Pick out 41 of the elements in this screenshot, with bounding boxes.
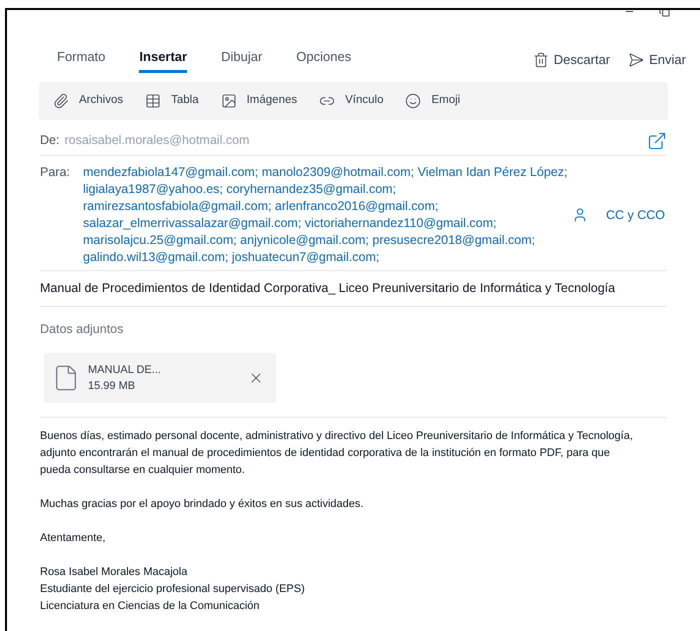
ribbon-tab[interactable]: Insertar [139,46,188,74]
table-icon [145,93,162,109]
ribbon-tab[interactable]: Formato [57,46,106,74]
ribbon-tab[interactable]: Opciones [296,46,352,74]
toolbar-button[interactable]: Archivos [53,92,124,110]
toolbar-button[interactable]: Tabla [145,92,199,110]
send-button[interactable]: Enviar [628,50,686,70]
file-name: MANUAL DE... [88,362,161,378]
from-label: De: [40,132,60,150]
send-icon [628,52,644,68]
body-text: adjunto encontrarán el manual de procedimientos de identidad corporativa de la institución en formato PDF, para que [40,446,611,461]
to-label: Para: [40,164,71,181]
ribbon-tab[interactable]: Dibujar [221,46,262,74]
body-text: Licenciatura en Ciencias de la Comunicación [40,599,261,614]
body-text: Muchas gracias por el apoyo brindado y éxitos en sus actividades. [40,497,364,512]
attachments-heading: Datos adjuntos [40,322,124,336]
attach-icon [53,93,69,109]
attachment-card[interactable]: MANUAL DE... 15.99 MB [44,353,276,403]
toolbar-button[interactable]: Vínculo [319,92,384,110]
body-text: Atentamente, [40,531,106,546]
recipient-list[interactable]: marisolajcu.25@gmail.com; anjynicole@gmail.com; presusecre2018@gmail.com; [83,232,568,249]
toolbar-button[interactable]: Emoji [405,92,460,110]
image-icon [220,93,237,109]
body-text: pueda consultarse en cualquier momento. [40,463,246,478]
recipient-list[interactable]: mendezfabiola147@gmail.com; manolo2309@hotmail.com; Vielman Idan Pérez López; [83,164,568,181]
recipient-list[interactable]: ligialaya1987@yahoo.es; coryhernandez35@gmail.com; [83,181,568,198]
recipient-list[interactable]: galindo.wil13@gmail.com; joshuatecun7@gmail.com; [83,249,568,266]
pop-out-icon[interactable] [647,130,667,150]
recipient-list[interactable]: salazar_elmerrivassalazar@gmail.com; victoriahernandez110@gmail.com; [83,215,568,232]
file-size: 15.99 MB [88,379,136,394]
discard-button[interactable]: Descartar [532,50,610,70]
emoji-icon [405,93,422,109]
body-text: Buenos días, estimado personal docente, administrativo y directivo del Liceo Preuniversitario de Informática y Tecnología, [40,429,634,444]
body-text: Estudiante del ejercicio profesional supervisado (EPS) [40,582,306,597]
cc-bcc-button[interactable]: CC y CCO [606,206,665,224]
toolbar-button[interactable]: Imágenes [220,92,298,110]
subject[interactable]: Manual de Procedimientos de Identidad Corporativa_ Liceo Preuniversitario de Informática y Tecnología [40,279,616,298]
from-address: rosaisabel.morales@hotmail.com [64,132,250,150]
trash-icon [532,52,549,68]
recipient-list[interactable]: ramirezsantosfabiola@gmail.com; arlenfranco2016@gmail.com; [83,198,568,215]
body-text: Rosa Isabel Morales Macajola [40,565,188,580]
